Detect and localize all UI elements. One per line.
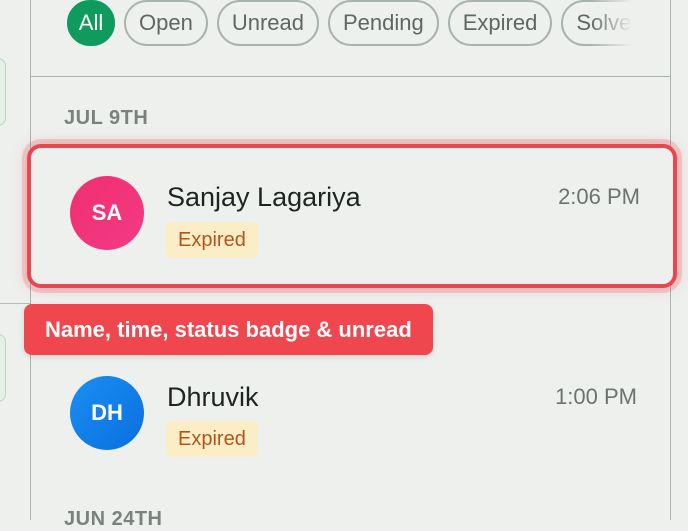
conversation-item[interactable]: DH Dhruvik 1:00 PM Expired xyxy=(31,354,670,490)
status-badge: Expired xyxy=(166,222,258,258)
date-header: JUL 9TH xyxy=(64,107,149,129)
avatar: SA xyxy=(70,176,144,250)
filter-chip-unread[interactable]: Unread xyxy=(216,0,319,46)
rail-tab[interactable] xyxy=(0,334,6,402)
filter-chip-open[interactable]: Open xyxy=(124,0,208,46)
status-badge: Expired xyxy=(166,421,258,457)
avatar: DH xyxy=(70,376,144,450)
rail-divider xyxy=(0,303,30,304)
filter-chips: All Open Unread Pending Expired Solved xyxy=(67,0,637,48)
filters-fade xyxy=(590,0,640,48)
filters-divider xyxy=(31,76,670,77)
filter-chip-pending[interactable]: Pending xyxy=(327,0,439,46)
conversation-item[interactable]: SA Sanjay Lagariya 2:06 PM Expired xyxy=(27,144,677,288)
annotation-tooltip: Name, time, status badge & unread xyxy=(24,304,433,355)
rail-tab[interactable] xyxy=(0,58,6,126)
message-time: 1:00 PM xyxy=(555,384,637,409)
contact-name: Sanjay Lagariya xyxy=(167,182,361,212)
filter-chip-expired[interactable]: Expired xyxy=(447,0,553,46)
message-time: 2:06 PM xyxy=(558,184,640,209)
contact-name: Dhruvik xyxy=(167,382,259,412)
filter-chip-all[interactable]: All xyxy=(67,0,115,46)
